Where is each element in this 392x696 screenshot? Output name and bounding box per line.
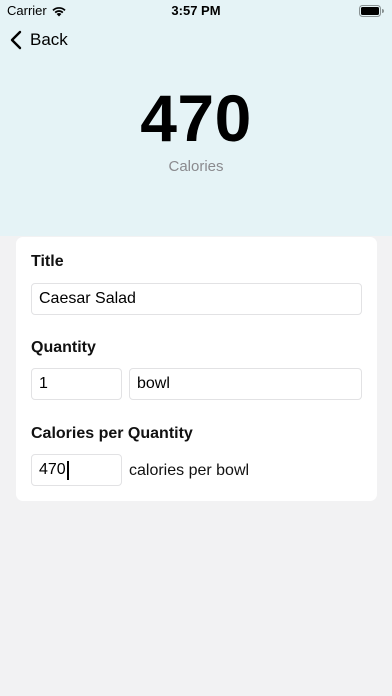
chevron-left-icon (10, 30, 22, 50)
unit-field[interactable]: bowl (129, 368, 362, 400)
quantity-field-value: 1 (39, 375, 48, 392)
calories-per-quantity-field[interactable]: 470 (31, 454, 122, 486)
calories-per-quantity-value: 470 (39, 461, 66, 478)
calories-per-quantity-label: Calories per Quantity (31, 425, 193, 442)
text-cursor (66, 460, 69, 480)
title-field-value: Caesar Salad (39, 290, 136, 307)
food-form-card: Title Caesar Salad Quantity 1 bowl Calor… (16, 237, 377, 501)
status-bar: Carrier 3:57 PM (0, 0, 392, 22)
title-label: Title (31, 253, 64, 270)
calories-unit-text: calories per bowl (129, 462, 250, 479)
status-time: 3:57 PM (171, 3, 221, 18)
title-field[interactable]: Caesar Salad (31, 283, 362, 315)
back-label: Back (30, 30, 68, 49)
back-button[interactable]: Back (10, 28, 68, 52)
screen: Carrier 3:57 PM Back 470 Calories Title … (0, 0, 392, 696)
calorie-total-label: Calories (168, 158, 224, 175)
calorie-total: 470 (140, 81, 252, 155)
quantity-label: Quantity (31, 339, 96, 356)
battery-icon (359, 5, 384, 17)
quantity-field[interactable]: 1 (31, 368, 122, 400)
unit-field-value: bowl (137, 375, 170, 392)
